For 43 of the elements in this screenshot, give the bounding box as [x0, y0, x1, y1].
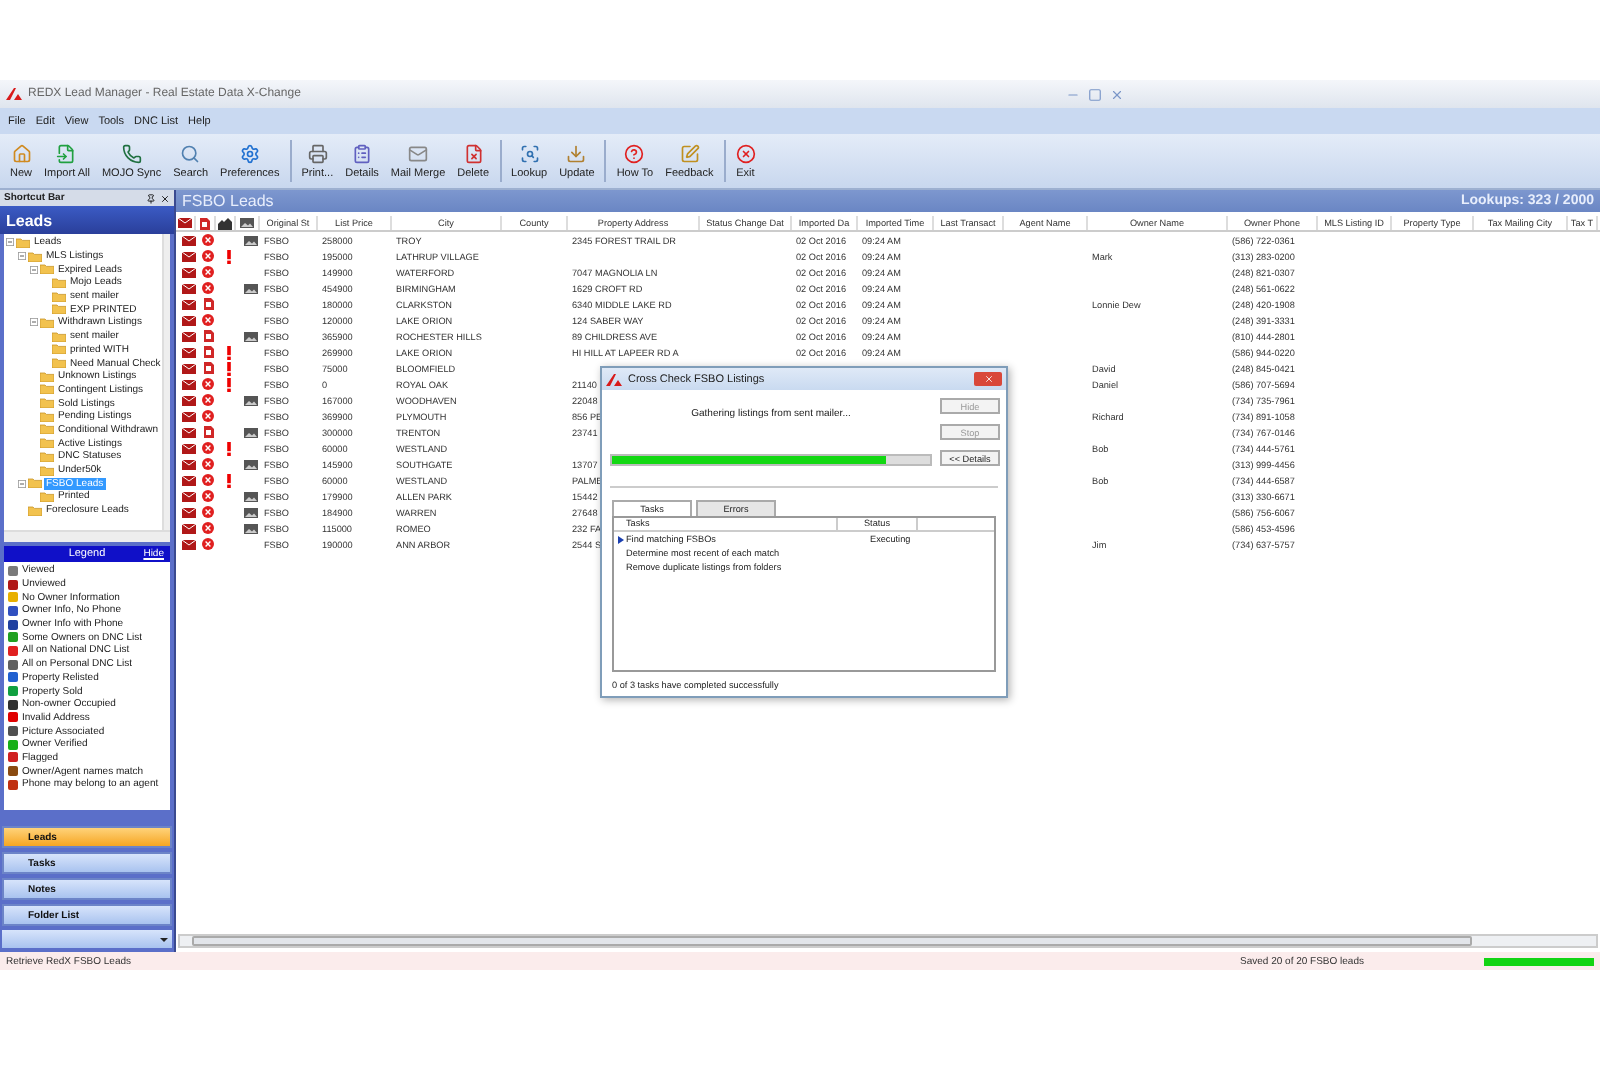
maximize-icon[interactable]	[1088, 87, 1102, 101]
delete-icon	[463, 143, 484, 163]
chevron-down-icon	[160, 935, 168, 943]
picture-icon	[243, 395, 257, 405]
magnifier-icon	[519, 143, 540, 163]
settings-icon	[239, 143, 260, 163]
collapse-icon[interactable]	[6, 238, 14, 247]
download-icon	[566, 143, 587, 163]
scrollbar[interactable]	[178, 934, 1598, 948]
picture-icon	[243, 283, 257, 293]
mail-icon	[408, 143, 429, 163]
nav-overflow-bar[interactable]	[2, 930, 172, 948]
pin-icon[interactable]	[146, 193, 156, 203]
help-icon	[624, 143, 645, 163]
import-icon	[56, 143, 77, 163]
picture-icon	[243, 491, 257, 501]
clipboard-icon	[352, 143, 373, 163]
house-icon	[11, 143, 31, 163]
collapse-icon[interactable]	[18, 252, 26, 261]
picture-icon	[243, 459, 257, 469]
document-icon	[200, 217, 210, 229]
logo-icon	[606, 373, 622, 385]
pen-icon	[679, 143, 700, 163]
phone-icon	[121, 143, 142, 163]
collapse-icon[interactable]	[30, 318, 38, 327]
printer-icon	[307, 143, 328, 163]
search-icon	[180, 143, 201, 163]
picture-icon	[243, 507, 257, 517]
section-header: Leads	[0, 206, 174, 234]
scrollbar[interactable]	[4, 530, 170, 542]
picture-icon	[243, 331, 257, 341]
picture-icon	[243, 523, 257, 533]
logo-icon	[6, 88, 22, 100]
close-icon	[735, 143, 756, 163]
panel-title: FSBO Leads	[182, 192, 274, 210]
progress-bar	[1484, 957, 1594, 965]
scrollbar[interactable]	[162, 234, 170, 530]
collapse-icon[interactable]	[18, 479, 26, 488]
picture-icon	[243, 427, 257, 437]
houses-icon	[218, 217, 232, 229]
close-button[interactable]	[974, 372, 1002, 386]
picture-icon	[243, 235, 257, 245]
collapse-icon[interactable]	[30, 265, 38, 274]
